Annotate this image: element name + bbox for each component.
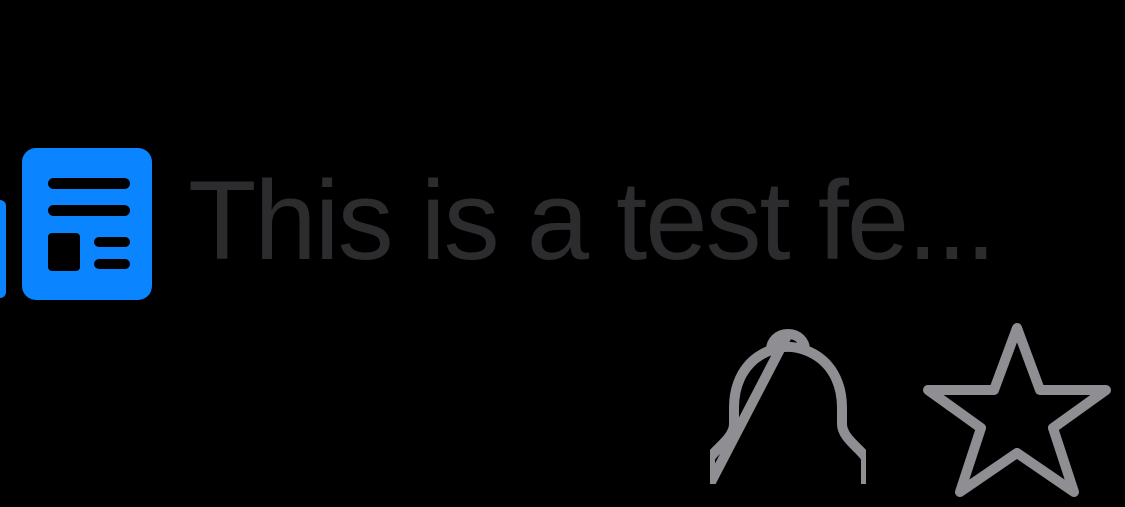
star-icon[interactable] [922, 320, 1112, 502]
action-icons [700, 318, 1125, 497]
bell-icon[interactable] [705, 324, 871, 489]
newspaper-icon [0, 148, 154, 300]
feed-title: This is a test fe... [188, 158, 997, 283]
feed-row[interactable]: This is a test fe... [0, 148, 1125, 300]
